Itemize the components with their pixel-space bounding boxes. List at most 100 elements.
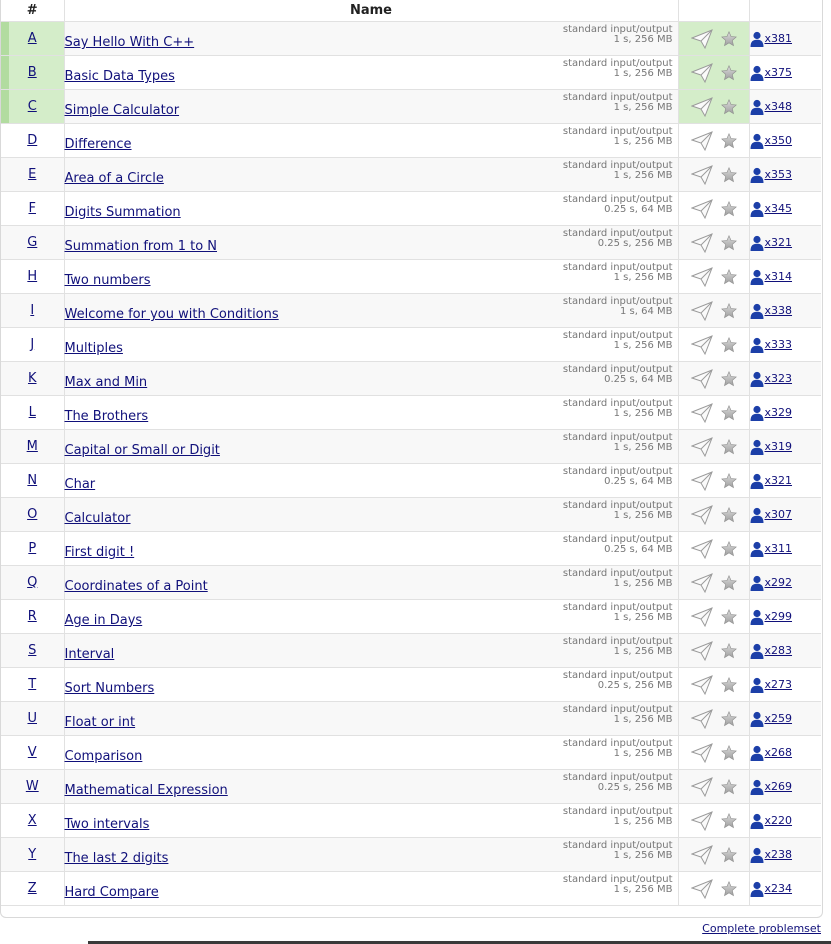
paper-plane-icon[interactable] bbox=[690, 572, 713, 593]
solved-count-link[interactable]: x319 bbox=[750, 439, 792, 455]
problem-name-link[interactable]: Simple Calculator bbox=[65, 103, 180, 118]
problem-id-link[interactable]: Z bbox=[28, 881, 37, 896]
star-icon[interactable] bbox=[720, 676, 737, 693]
paper-plane-icon[interactable] bbox=[690, 844, 713, 865]
problem-name-link[interactable]: Age in Days bbox=[65, 613, 143, 628]
problem-id-link[interactable]: Y bbox=[28, 847, 36, 862]
problem-id-link[interactable]: H bbox=[27, 269, 37, 284]
problem-id-link[interactable]: S bbox=[28, 643, 36, 658]
solved-count-link[interactable]: x311 bbox=[750, 541, 792, 557]
problem-name-link[interactable]: First digit ! bbox=[65, 545, 135, 560]
paper-plane-icon[interactable] bbox=[690, 266, 713, 287]
problem-name-link[interactable]: Welcome for you with Conditions bbox=[65, 307, 279, 322]
solved-count-link[interactable]: x259 bbox=[750, 711, 792, 727]
problem-id-link[interactable]: C bbox=[28, 99, 37, 114]
star-icon[interactable] bbox=[720, 778, 737, 795]
star-icon[interactable] bbox=[720, 506, 737, 523]
problem-name-link[interactable]: Digits Summation bbox=[65, 205, 181, 220]
star-icon[interactable] bbox=[720, 846, 737, 863]
paper-plane-icon[interactable] bbox=[690, 96, 713, 117]
problem-name-link[interactable]: Char bbox=[65, 477, 96, 492]
problem-id-link[interactable]: L bbox=[29, 405, 36, 420]
complete-problemset-link[interactable]: Complete problemset bbox=[702, 922, 821, 935]
paper-plane-icon[interactable] bbox=[690, 164, 713, 185]
problem-name-link[interactable]: Max and Min bbox=[65, 375, 148, 390]
solved-count-link[interactable]: x269 bbox=[750, 779, 792, 795]
star-icon[interactable] bbox=[720, 438, 737, 455]
solved-count-link[interactable]: x338 bbox=[750, 303, 792, 319]
star-icon[interactable] bbox=[720, 268, 737, 285]
star-icon[interactable] bbox=[720, 30, 737, 47]
star-icon[interactable] bbox=[720, 404, 737, 421]
problem-name-link[interactable]: Difference bbox=[65, 137, 132, 152]
problem-id-link[interactable]: A bbox=[28, 31, 37, 46]
star-icon[interactable] bbox=[720, 574, 737, 591]
solved-count-link[interactable]: x345 bbox=[750, 201, 792, 217]
paper-plane-icon[interactable] bbox=[690, 130, 713, 151]
problem-name-link[interactable]: Capital or Small or Digit bbox=[65, 443, 220, 458]
problem-id-link[interactable]: G bbox=[27, 235, 37, 250]
problem-name-link[interactable]: The Brothers bbox=[65, 409, 149, 424]
paper-plane-icon[interactable] bbox=[690, 640, 713, 661]
star-icon[interactable] bbox=[720, 880, 737, 897]
star-icon[interactable] bbox=[720, 370, 737, 387]
paper-plane-icon[interactable] bbox=[690, 402, 713, 423]
star-icon[interactable] bbox=[720, 812, 737, 829]
solved-count-link[interactable]: x375 bbox=[750, 65, 792, 81]
paper-plane-icon[interactable] bbox=[690, 62, 713, 83]
problem-name-link[interactable]: The last 2 digits bbox=[65, 851, 169, 866]
star-icon[interactable] bbox=[720, 302, 737, 319]
star-icon[interactable] bbox=[720, 234, 737, 251]
solved-count-link[interactable]: x348 bbox=[750, 99, 792, 115]
problem-id-link[interactable]: I bbox=[30, 303, 34, 318]
paper-plane-icon[interactable] bbox=[690, 300, 713, 321]
problem-name-link[interactable]: Float or int bbox=[65, 715, 136, 730]
solved-count-link[interactable]: x323 bbox=[750, 371, 792, 387]
solved-count-link[interactable]: x381 bbox=[750, 31, 792, 47]
problem-id-link[interactable]: F bbox=[29, 201, 36, 216]
problem-name-link[interactable]: Comparison bbox=[65, 749, 143, 764]
star-icon[interactable] bbox=[720, 608, 737, 625]
star-icon[interactable] bbox=[720, 200, 737, 217]
star-icon[interactable] bbox=[720, 98, 737, 115]
problem-id-link[interactable]: E bbox=[28, 167, 36, 182]
paper-plane-icon[interactable] bbox=[690, 436, 713, 457]
problem-id-link[interactable]: T bbox=[28, 677, 36, 692]
paper-plane-icon[interactable] bbox=[690, 776, 713, 797]
star-icon[interactable] bbox=[720, 472, 737, 489]
paper-plane-icon[interactable] bbox=[690, 878, 713, 899]
paper-plane-icon[interactable] bbox=[690, 708, 713, 729]
paper-plane-icon[interactable] bbox=[690, 538, 713, 559]
problem-id-link[interactable]: D bbox=[27, 133, 37, 148]
problem-id-link[interactable]: P bbox=[28, 541, 36, 556]
paper-plane-icon[interactable] bbox=[690, 606, 713, 627]
star-icon[interactable] bbox=[720, 64, 737, 81]
problem-name-link[interactable]: Area of a Circle bbox=[65, 171, 164, 186]
solved-count-link[interactable]: x292 bbox=[750, 575, 792, 591]
solved-count-link[interactable]: x353 bbox=[750, 167, 792, 183]
solved-count-link[interactable]: x321 bbox=[750, 473, 792, 489]
problem-id-link[interactable]: O bbox=[27, 507, 37, 522]
solved-count-link[interactable]: x299 bbox=[750, 609, 792, 625]
paper-plane-icon[interactable] bbox=[690, 232, 713, 253]
problem-id-link[interactable]: M bbox=[27, 439, 38, 454]
solved-count-link[interactable]: x238 bbox=[750, 847, 792, 863]
problem-id-link[interactable]: K bbox=[28, 371, 37, 386]
solved-count-link[interactable]: x268 bbox=[750, 745, 792, 761]
star-icon[interactable] bbox=[720, 642, 737, 659]
problem-id-link[interactable]: X bbox=[28, 813, 37, 828]
problem-name-link[interactable]: Hard Compare bbox=[65, 885, 159, 900]
solved-count-link[interactable]: x329 bbox=[750, 405, 792, 421]
problem-id-link[interactable]: R bbox=[28, 609, 37, 624]
paper-plane-icon[interactable] bbox=[690, 742, 713, 763]
paper-plane-icon[interactable] bbox=[690, 198, 713, 219]
star-icon[interactable] bbox=[720, 744, 737, 761]
problem-name-link[interactable]: Say Hello With C++ bbox=[65, 35, 195, 50]
problem-name-link[interactable]: Two intervals bbox=[65, 817, 150, 832]
problem-name-link[interactable]: Summation from 1 to N bbox=[65, 239, 218, 254]
problem-name-link[interactable]: Calculator bbox=[65, 511, 131, 526]
solved-count-link[interactable]: x350 bbox=[750, 133, 792, 149]
solved-count-link[interactable]: x220 bbox=[750, 813, 792, 829]
paper-plane-icon[interactable] bbox=[690, 810, 713, 831]
problem-name-link[interactable]: Multiples bbox=[65, 341, 123, 356]
